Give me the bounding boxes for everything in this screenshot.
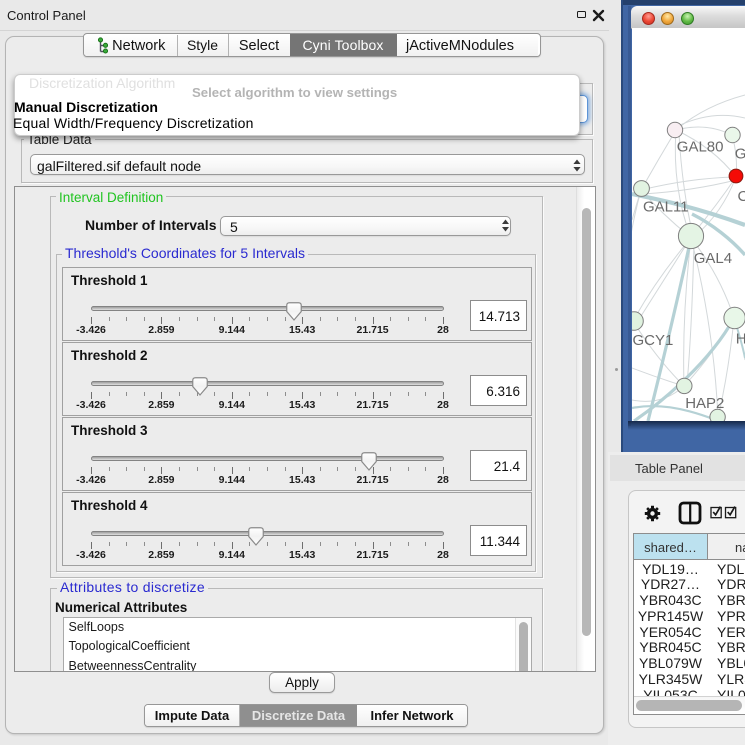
svg-text:GAL80: GAL80	[677, 139, 724, 156]
svg-text:GA: GA	[735, 146, 745, 163]
svg-text:HAP2: HAP2	[685, 395, 724, 412]
svg-text:C: C	[738, 188, 745, 205]
svg-text:GAL11: GAL11	[643, 199, 689, 216]
svg-text:H: H	[736, 331, 745, 348]
svg-text:GCY1: GCY1	[633, 332, 674, 349]
svg-text:GAL4: GAL4	[694, 250, 732, 267]
